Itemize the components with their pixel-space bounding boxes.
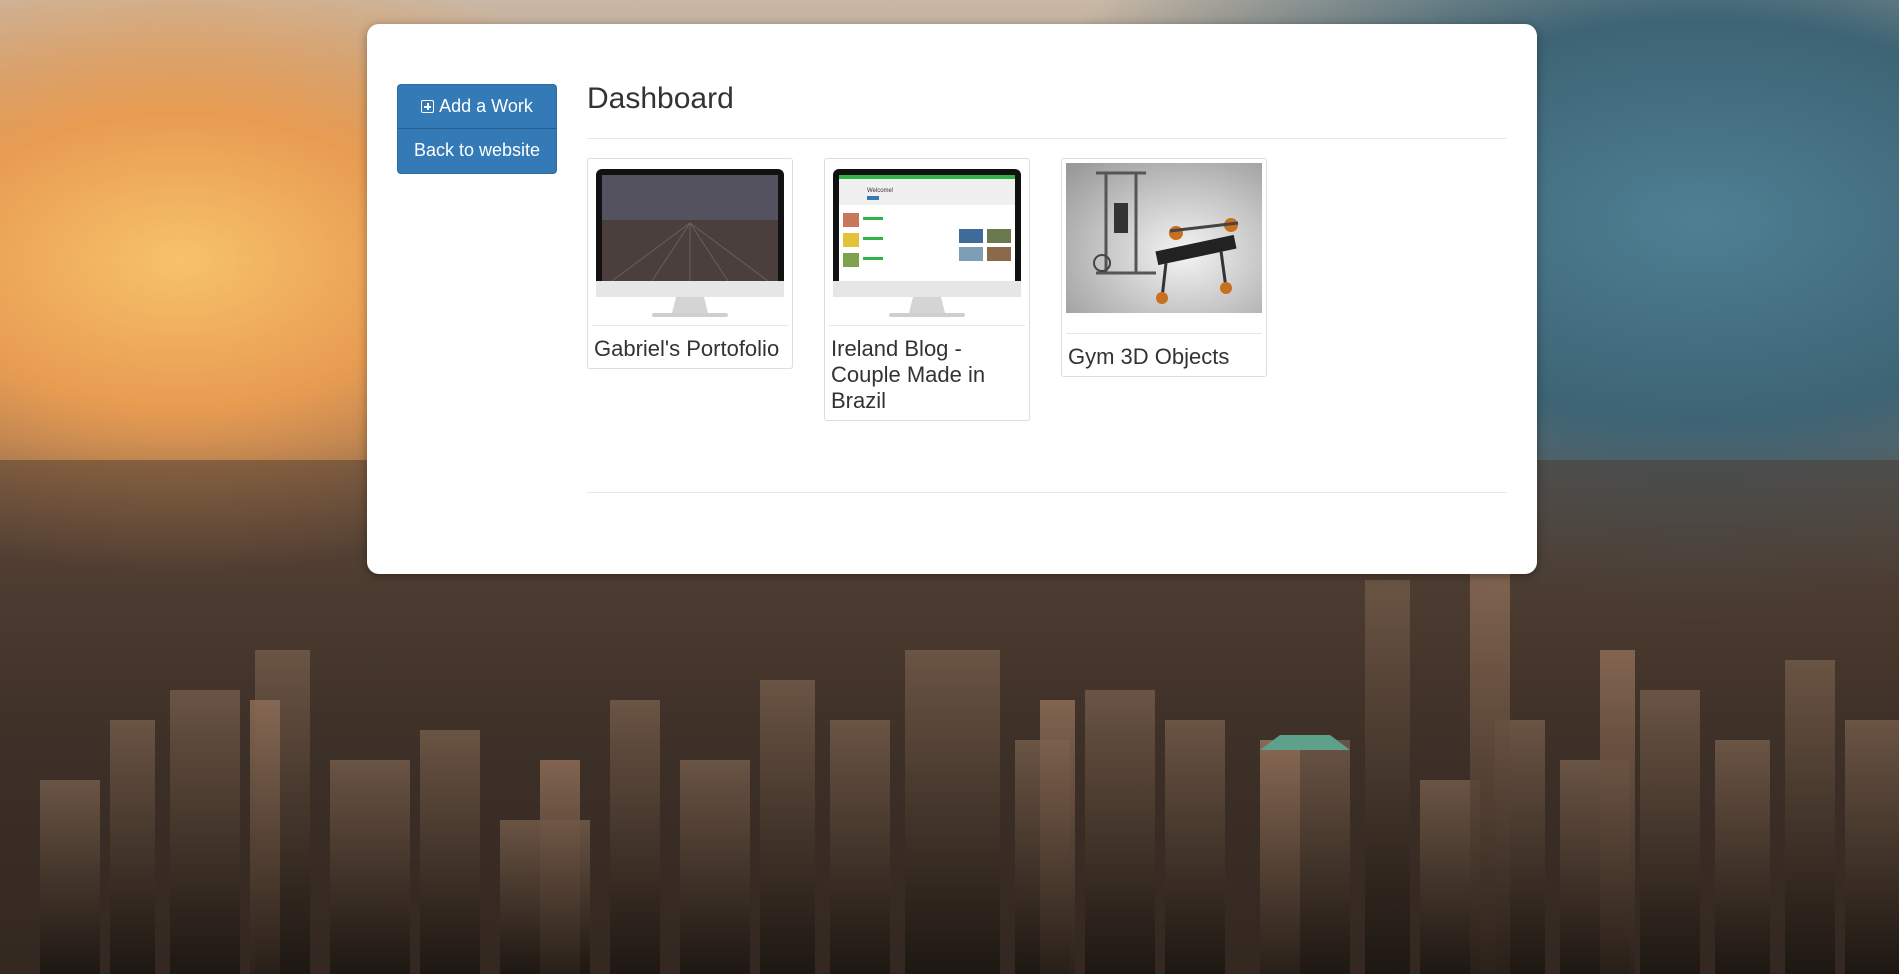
card-divider	[829, 325, 1025, 326]
title-divider	[587, 138, 1507, 139]
bottom-divider	[587, 492, 1507, 493]
page-title: Dashboard	[587, 82, 734, 115]
blog-welcome-text: Welcome!	[867, 188, 894, 194]
work-thumbnail[interactable]: Welcome!	[829, 163, 1025, 325]
plus-square-icon	[421, 100, 435, 113]
add-work-label: Add a Work	[439, 96, 533, 116]
work-card[interactable]: Welcome! Ireland Blog - Couple Made in B…	[824, 158, 1030, 421]
work-thumbnail[interactable]	[1066, 163, 1262, 313]
back-to-website-label: Back to website	[413, 140, 541, 160]
card-divider	[592, 325, 788, 326]
dashboard-panel: Add a Work Back to website Dashboard Gab…	[367, 24, 1537, 574]
work-card[interactable]: Gabriel's Portofolio	[587, 158, 793, 369]
card-divider	[1066, 333, 1262, 334]
work-title[interactable]: Gabriel's Portofolio	[592, 336, 788, 364]
sidebar-button-group: Add a Work Back to website	[397, 84, 557, 174]
add-work-button[interactable]: Add a Work	[397, 84, 557, 129]
work-title[interactable]: Ireland Blog - Couple Made in Brazil	[829, 336, 1025, 416]
work-thumbnail[interactable]	[592, 163, 788, 325]
back-to-website-button[interactable]: Back to website	[397, 129, 557, 174]
work-card[interactable]: Gym 3D Objects	[1061, 158, 1267, 377]
work-title[interactable]: Gym 3D Objects	[1066, 344, 1262, 372]
